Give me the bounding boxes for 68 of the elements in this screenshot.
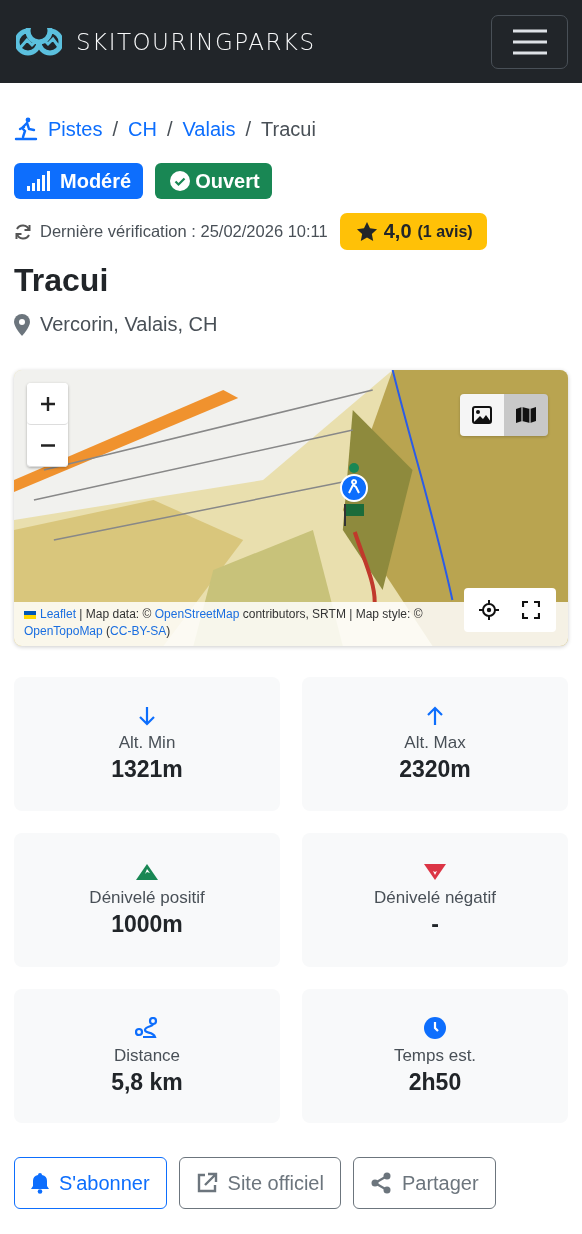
attribution-text: contributors, SRTM | Map style: © [241, 606, 423, 623]
stat-value: 5,8 km [111, 1068, 183, 1096]
check-circle-icon [169, 170, 192, 192]
skier-icon [14, 117, 38, 141]
breadcrumb-separator: / [112, 117, 119, 141]
stat-label: Distance [113, 1045, 181, 1066]
location-pin-icon [14, 313, 30, 336]
stat-value: 2h50 [408, 1068, 462, 1096]
stat-value: 1000m [111, 910, 183, 938]
arrow-up-icon [426, 705, 444, 726]
breadcrumb-link[interactable]: Valais [182, 117, 236, 141]
menu-icon [512, 28, 547, 55]
attribution-link[interactable]: OpenTopoMap [24, 623, 103, 640]
location-text: Vercorin, Valais, CH [40, 313, 218, 336]
stat-label: Dénivelé négatif [374, 887, 496, 908]
stat-label: Alt. Min [118, 732, 176, 753]
map-marker-icon[interactable] [339, 462, 369, 526]
attribution-text: ( [105, 623, 111, 640]
verification-date: Dernière vérification : 25/02/2026 10:11 [40, 222, 328, 241]
stat-value: - [431, 910, 439, 938]
map-icon [515, 406, 537, 424]
brand-name[interactable]: SKITOURINGPARKS [76, 28, 316, 55]
breadcrumb-current: Tracui [261, 117, 316, 141]
map[interactable]: Leaflet | Map data: © OpenStreetMap contributors, SRTM | Map style: © OpenTopoMap (CC-BY-SA) [14, 370, 568, 646]
refresh-icon [14, 222, 32, 241]
clock-icon [424, 1016, 446, 1039]
flag-icon [24, 610, 36, 619]
stat-value: 1321m [111, 755, 183, 783]
zoom-in-button[interactable] [27, 383, 68, 425]
attribution-text: ) [166, 623, 171, 640]
stat-label: Temps est. [393, 1045, 477, 1066]
rating-badge: 4,0 (1 avis) [339, 213, 487, 250]
inverted-mountain-icon [423, 862, 447, 881]
official-site-button[interactable]: Site officiel [178, 1157, 341, 1209]
external-link-icon [195, 1172, 218, 1194]
mountain-icon [135, 862, 159, 881]
signal-bars-icon [26, 170, 52, 192]
share-button[interactable]: Partager [352, 1157, 496, 1209]
trail-title: Tracui [14, 262, 110, 299]
route-icon [135, 1016, 159, 1039]
breadcrumb-separator: / [245, 117, 252, 141]
attribution-link[interactable]: CC-BY-SA [110, 623, 167, 640]
stat-label: Dénivelé positif [89, 887, 205, 908]
breadcrumb-link[interactable]: Pistes [48, 117, 103, 141]
logo-icon [16, 27, 62, 56]
attribution-text: | Map data: © [78, 606, 153, 623]
breadcrumb-link[interactable]: CH [128, 117, 157, 141]
satellite-layer-button[interactable] [460, 394, 504, 436]
breadcrumb-separator: / [166, 117, 173, 141]
attribution-link[interactable]: OpenStreetMap [154, 606, 240, 623]
difficulty-badge: Modéré [14, 163, 144, 199]
plus-icon [39, 395, 56, 412]
fullscreen-icon [522, 601, 540, 619]
star-icon [355, 221, 378, 242]
arrow-down-icon [138, 705, 156, 726]
subscribe-button[interactable]: S'abonner [14, 1157, 167, 1209]
stat-value: 2320m [399, 755, 471, 783]
share-icon [369, 1172, 392, 1194]
image-icon [472, 406, 492, 424]
minus-icon [39, 444, 56, 447]
zoom-out-button[interactable] [27, 425, 68, 467]
status-badge: Ouvert [155, 163, 272, 199]
attribution-link[interactable]: Leaflet [40, 606, 77, 623]
crosshair-icon [479, 600, 499, 620]
topo-layer-button[interactable] [504, 394, 548, 436]
menu-button[interactable] [491, 14, 568, 69]
stat-label: Alt. Max [404, 732, 466, 753]
bell-icon [31, 1172, 49, 1194]
